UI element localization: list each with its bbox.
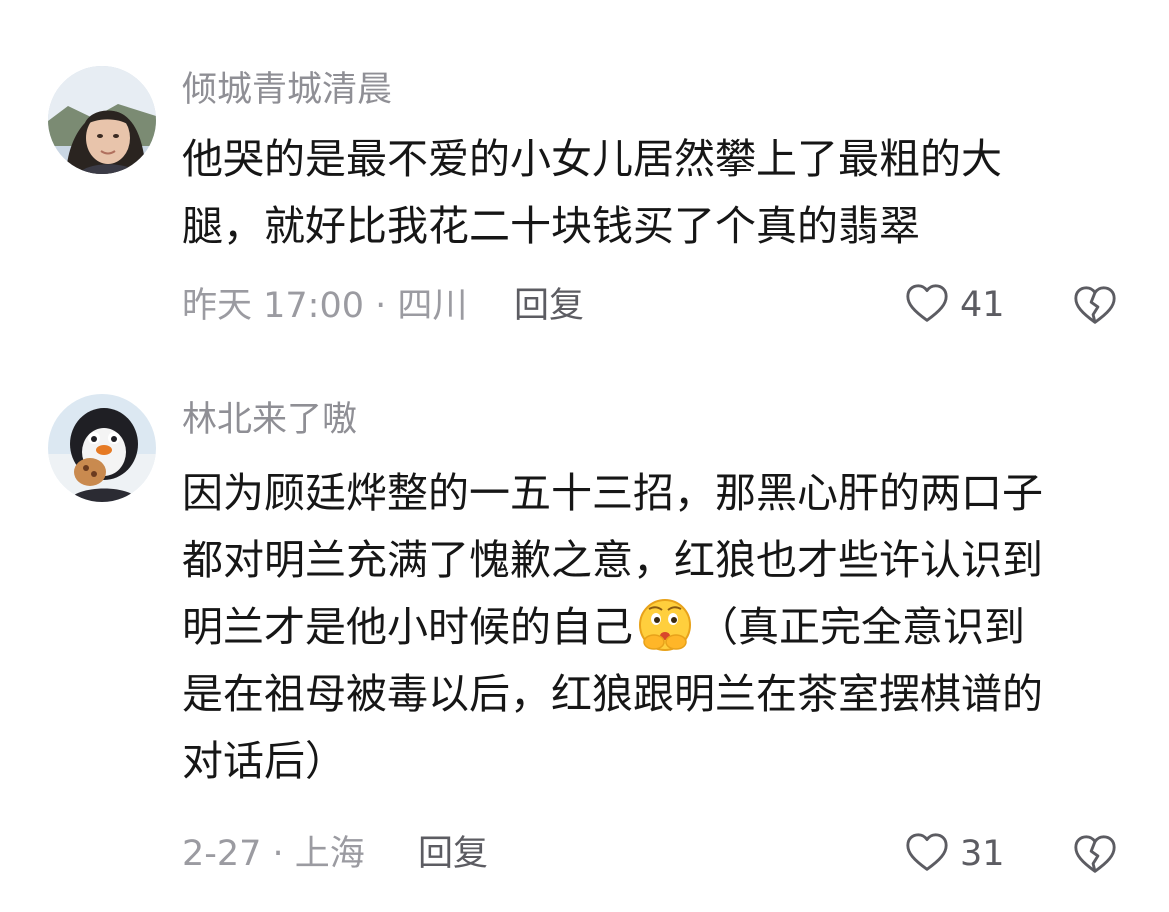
like-count: 31 (960, 834, 1005, 874)
thinking-emoji-icon (639, 599, 691, 651)
comment-meta: 昨天 17:00 · 四川 (182, 286, 468, 326)
comment-text: 因为顾廷烨整的一五十三招，那黑心肝的两口子 都对明兰充满了愧歉之意，红狼也才些许… (182, 460, 1132, 795)
heart-outline-icon (906, 833, 948, 871)
comment-text-fragment: 明兰才是他小时候的自己 (182, 603, 633, 651)
broken-heart-icon[interactable] (1072, 832, 1118, 878)
broken-heart-icon[interactable] (1072, 283, 1118, 329)
comment-text-line: 他哭的是最不爱的小女儿居然攀上了最粗的大 (182, 135, 1002, 183)
comment-text-fragment: （真正完全意识到 (697, 603, 1025, 651)
comment-text-line: 都对明兰充满了愧歉之意，红狼也才些许认识到 (182, 536, 1043, 584)
comment-item: 林北来了嗷 因为顾廷烨整的一五十三招，那黑心肝的两口子 都对明兰充满了愧歉之意，… (0, 360, 1169, 912)
comment-text-line: 因为顾廷烨整的一五十三招，那黑心肝的两口子 (182, 469, 1043, 517)
comment-text: 他哭的是最不爱的小女儿居然攀上了最粗的大 腿，就好比我花二十块钱买了个真的翡翠 (182, 126, 1132, 260)
reply-button[interactable]: 回复 (418, 832, 488, 876)
heart-outline-icon (906, 284, 948, 322)
like-button[interactable]: 41 (904, 281, 1014, 329)
comment-text-line: 是在祖母被毒以后，红狼跟明兰在茶室摆棋谱的 (182, 670, 1043, 718)
username[interactable]: 林北来了嗷 (182, 400, 357, 440)
like-button[interactable]: 31 (904, 830, 1014, 878)
comment-meta: 2-27 · 上海 (182, 834, 365, 874)
username[interactable]: 倾城青城清晨 (182, 70, 392, 110)
avatar-photo (48, 394, 156, 502)
comment-text-line: 腿，就好比我花二十块钱买了个真的翡翠 (182, 202, 920, 250)
comment-item: 倾城青城清晨 他哭的是最不爱的小女儿居然攀上了最粗的大 腿，就好比我花二十块钱买… (0, 0, 1169, 360)
comment-text-line: 对话后） (182, 737, 346, 785)
comment-text-line-with-emoji: 明兰才是他小时候的自己 （真正完全意识到 (182, 594, 1132, 661)
reply-button[interactable]: 回复 (514, 284, 584, 328)
avatar[interactable] (48, 394, 156, 502)
avatar[interactable] (48, 66, 156, 174)
like-count: 41 (960, 285, 1005, 325)
avatar-photo (48, 66, 156, 174)
